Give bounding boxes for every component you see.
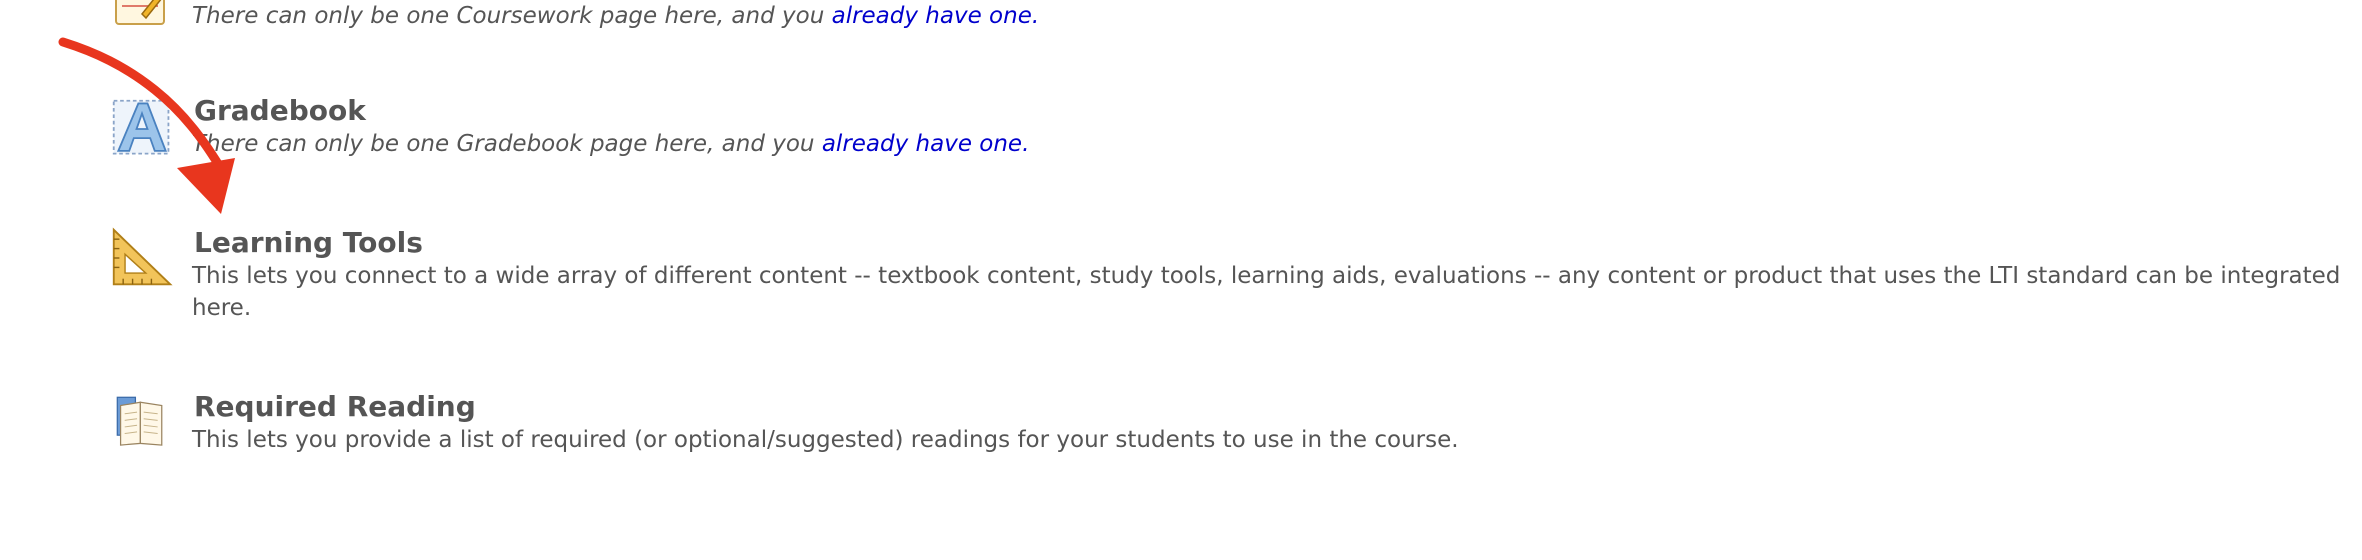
gradebook-option[interactable]: Gradebook There can only be one Gradeboo… [108,94,2288,174]
gradebook-already-have-one-link[interactable]: already have one. [822,131,1030,157]
open-book-icon [116,396,163,446]
required-reading-option[interactable]: Required Reading This lets you provide a… [108,390,2288,470]
coursework-option: There can only be one Coursework page he… [108,0,2288,38]
gradebook-description: There can only be one Gradebook page her… [192,131,1030,157]
gradebook-title[interactable]: Gradebook [194,94,366,128]
learning-tools-title[interactable]: Learning Tools [194,226,423,260]
learning-tools-option[interactable]: Learning Tools This lets you connect to … [108,226,2340,336]
coursework-description: There can only be one Coursework page he… [192,3,1040,29]
required-reading-title[interactable]: Required Reading [194,390,476,424]
learning-tools-description: This lets you connect to a wide array of… [192,263,2341,321]
coursework-already-have-one-link[interactable]: already have one. [832,3,1040,29]
set-square-ruler-icon [112,227,173,286]
required-reading-description: This lets you provide a list of required… [192,427,1459,453]
add-page-options: There can only be one Coursework page he… [0,0,2362,560]
coursework-notepad-icon [115,0,165,25]
gradebook-letter-a-icon [112,99,170,155]
